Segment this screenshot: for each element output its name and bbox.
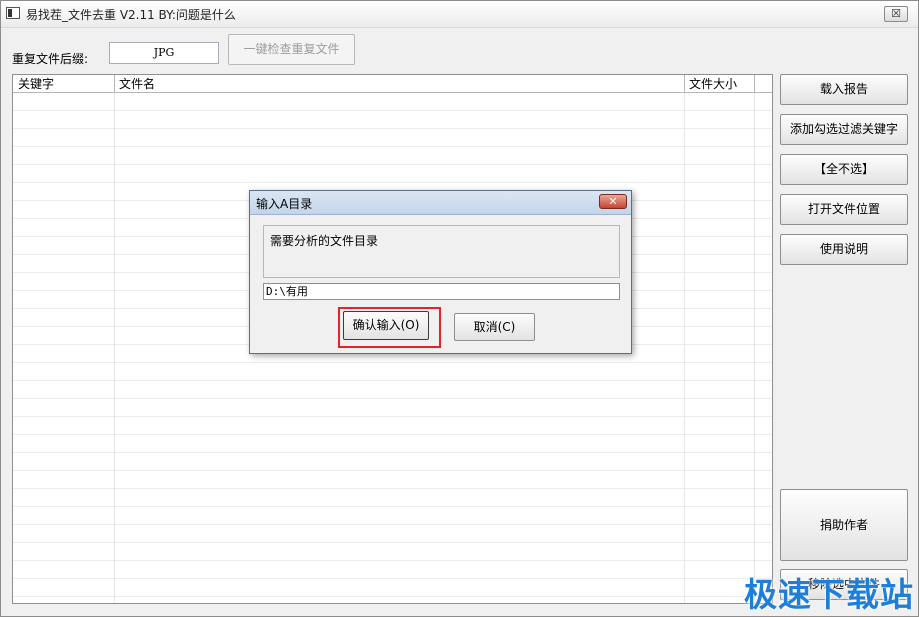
select-none-button[interactable]: 【全不选】 bbox=[780, 154, 908, 185]
donate-button[interactable]: 捐助作者 bbox=[780, 489, 908, 561]
check-duplicates-button[interactable]: 一键检查重复文件 bbox=[228, 34, 355, 65]
close-window-button[interactable]: ☒ bbox=[884, 6, 908, 22]
app-icon bbox=[6, 7, 20, 19]
suffix-label: 重复文件后缀: bbox=[12, 52, 89, 66]
suffix-input[interactable]: JPG bbox=[109, 42, 219, 64]
column-header-keyword[interactable]: 关键字 bbox=[13, 76, 114, 92]
title-bar[interactable]: 易找茬_文件去重 V2.11 BY:问题是什么 ☒ bbox=[1, 1, 918, 28]
cancel-button[interactable]: 取消(C) bbox=[454, 313, 535, 341]
confirm-button-highlight bbox=[338, 307, 441, 348]
load-report-button[interactable]: 载入报告 bbox=[780, 74, 908, 105]
dialog-title-bar[interactable]: 输入A目录 ✕ bbox=[250, 191, 631, 215]
column-divider bbox=[114, 75, 115, 603]
watermark: 极速下载站 bbox=[744, 575, 914, 614]
dialog-prompt: 需要分析的文件目录 bbox=[263, 225, 620, 278]
column-header-filename[interactable]: 文件名 bbox=[114, 76, 684, 92]
instructions-button[interactable]: 使用说明 bbox=[780, 234, 908, 265]
window-title: 易找茬_文件去重 V2.11 BY:问题是什么 bbox=[26, 8, 236, 22]
header-divider[interactable] bbox=[754, 75, 755, 92]
open-file-location-button[interactable]: 打开文件位置 bbox=[780, 194, 908, 225]
directory-input[interactable]: D:\有用 bbox=[263, 283, 620, 300]
column-divider bbox=[754, 75, 755, 603]
column-header-filesize[interactable]: 文件大小 bbox=[684, 76, 754, 92]
dialog-title: 输入A目录 bbox=[256, 197, 313, 211]
column-divider bbox=[684, 75, 685, 603]
list-header: 关键字 文件名 文件大小 bbox=[13, 75, 772, 93]
dialog-close-button[interactable]: ✕ bbox=[599, 194, 627, 209]
add-filter-keyword-button[interactable]: 添加勾选过滤关键字 bbox=[780, 114, 908, 145]
